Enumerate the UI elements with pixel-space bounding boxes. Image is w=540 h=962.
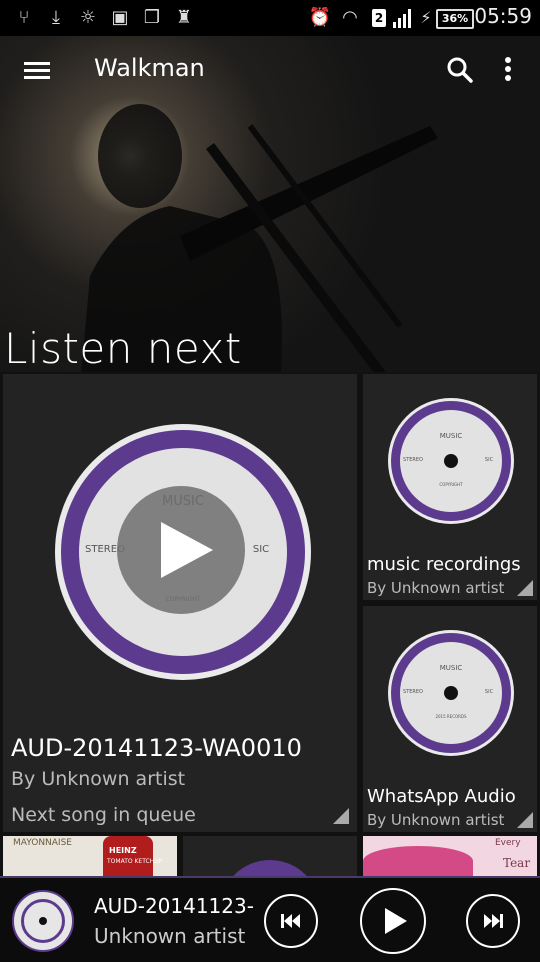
download-icon: ⤓ — [52, 7, 60, 28]
now-playing-art[interactable] — [12, 890, 74, 952]
signal-icon — [393, 9, 411, 28]
thumb-text-mayonnaise: MAYONNAISE — [13, 838, 72, 848]
card-corner-icon[interactable] — [517, 580, 533, 596]
album-card-small[interactable]: MUSIC STEREO SIC COPYRIGHT music recordi… — [363, 374, 537, 600]
more-options-icon[interactable] — [496, 54, 520, 86]
album-card-disc[interactable] — [183, 836, 357, 876]
card-corner-icon[interactable] — [333, 808, 349, 824]
album-disc-art: MUSIC STEREO SIC 2015 RECORDS — [388, 630, 514, 756]
card-subtitle: By Unknown artist — [367, 579, 505, 597]
usb-icon: ⑂ — [18, 7, 30, 28]
status-time: 05:59 — [474, 4, 532, 28]
skip-next-icon — [484, 914, 503, 928]
album-card-condiments[interactable]: MAYONNAISE HEINZ TOMATO KETCHUP — [3, 836, 177, 876]
app-title: Walkman — [94, 54, 205, 82]
card-title: AUD-20141123-WA0010 — [11, 734, 302, 762]
wifi-icon: ◠ — [342, 7, 358, 28]
previous-button[interactable] — [264, 894, 318, 948]
skip-previous-icon — [281, 914, 300, 928]
thumb-text-every: Every — [495, 838, 521, 848]
album-card-large[interactable]: MUSIC STEREO SIC COPYRIGHT AUD-20141123-… — [3, 374, 357, 832]
disc-hole — [39, 917, 47, 925]
image-icon: ▣ — [111, 7, 129, 28]
now-playing-artist: Unknown artist — [94, 924, 246, 948]
card-subtitle: By Unknown artist — [11, 768, 186, 790]
card-note: Next song in queue — [11, 804, 196, 826]
album-card-small[interactable]: MUSIC STEREO SIC 2015 RECORDS WhatsApp A… — [363, 606, 537, 832]
chat-icon: ❐ — [143, 7, 161, 28]
alarm-icon: ⏰ — [308, 7, 332, 28]
album-card-every-tear[interactable]: Every Tear — [363, 836, 537, 876]
card-title: WhatsApp Audio — [367, 786, 516, 807]
thumb-text-ketchup: TOMATO KETCHUP — [107, 858, 163, 865]
next-button[interactable] — [466, 894, 520, 948]
disc-text-sic: SIC — [484, 689, 494, 695]
search-icon[interactable] — [444, 54, 476, 86]
pink-flower-art — [363, 846, 473, 876]
card-corner-icon[interactable] — [517, 812, 533, 828]
disc-text-music: MUSIC — [439, 432, 463, 440]
card-title: music recordings — [367, 554, 521, 575]
menu-icon-bar — [24, 76, 50, 79]
play-pause-button[interactable] — [360, 888, 426, 954]
menu-icon — [24, 62, 50, 65]
play-overlay-button[interactable] — [117, 486, 245, 614]
android-icon: ♜ — [175, 7, 193, 28]
play-icon — [161, 522, 213, 578]
thumb-text-tear: Tear — [503, 856, 531, 870]
album-disc-art — [220, 860, 320, 876]
hero-image — [0, 36, 540, 372]
disc-hole — [444, 454, 458, 468]
menu-icon-bar — [24, 69, 50, 72]
section-title: Listen next — [4, 324, 242, 373]
thumb-text-heinz: HEINZ — [109, 846, 137, 855]
album-disc-art: MUSIC STEREO SIC COPYRIGHT — [388, 398, 514, 524]
play-icon — [385, 908, 407, 934]
battery-indicator: 36% — [436, 9, 474, 29]
menu-button[interactable] — [20, 58, 52, 84]
bulb-icon: ☼ — [79, 7, 97, 28]
ketchup-bottle — [103, 836, 153, 876]
disc-text-records: 2015 RECORDS — [435, 714, 467, 719]
mini-player[interactable]: AUD-20141123- Unknown artist — [0, 876, 540, 962]
card-subtitle: By Unknown artist — [367, 811, 505, 829]
status-bar: ⑂ ⤓ ☼ ▣ ❐ ♜ ⏰ ◠ 2 ⚡ 36% 05:59 — [0, 0, 540, 36]
now-playing-title: AUD-20141123- — [94, 894, 254, 918]
disc-text-music: MUSIC — [439, 664, 463, 672]
disc-text-sic: SIC — [484, 457, 494, 463]
disc-hole — [444, 686, 458, 700]
disc-text-copyright: COPYRIGHT — [439, 482, 463, 487]
sim-badge: 2 — [372, 9, 386, 27]
charging-icon: ⚡ — [420, 8, 432, 27]
